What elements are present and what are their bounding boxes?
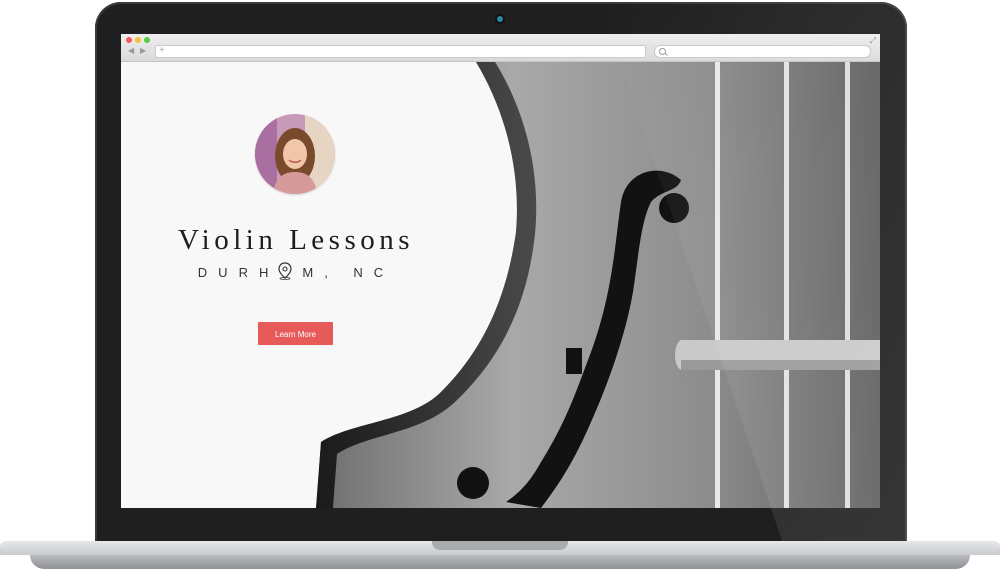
- minimize-window-button[interactable]: [135, 37, 141, 43]
- maximize-window-button[interactable]: [144, 37, 150, 43]
- location-text-start: DURH: [197, 265, 280, 280]
- search-icon: [659, 48, 666, 55]
- laptop-base-bottom: [30, 555, 970, 569]
- lid-opening-notch: [432, 541, 568, 550]
- learn-more-button[interactable]: Learn More: [258, 322, 333, 345]
- violin-background-image: [121, 62, 880, 508]
- location-text-end: M, NC: [302, 265, 395, 280]
- teacher-avatar: [255, 114, 335, 194]
- new-tab-icon[interactable]: +: [159, 45, 165, 57]
- screen: ◀ ▶ + ⤢ Violin Lessons DURH M, NC Learn …: [121, 34, 880, 508]
- browser-toolbar: ◀ ▶ + ⤢: [121, 34, 880, 62]
- webcam: [497, 16, 503, 22]
- hero-section: Violin Lessons DURH M, NC Learn More: [121, 62, 880, 508]
- fullscreen-icon[interactable]: ⤢: [870, 36, 876, 46]
- back-button[interactable]: ◀: [128, 47, 134, 55]
- forward-button[interactable]: ▶: [140, 47, 146, 55]
- teacher-photo-image: [255, 114, 335, 194]
- address-bar[interactable]: +: [155, 45, 646, 58]
- location-subtitle: DURH M, NC: [181, 262, 411, 280]
- map-pin-icon: [278, 262, 292, 280]
- browser-search-field[interactable]: [654, 45, 871, 58]
- laptop-base: [0, 541, 1000, 575]
- page-title: Violin Lessons: [177, 224, 415, 256]
- close-window-button[interactable]: [126, 37, 132, 43]
